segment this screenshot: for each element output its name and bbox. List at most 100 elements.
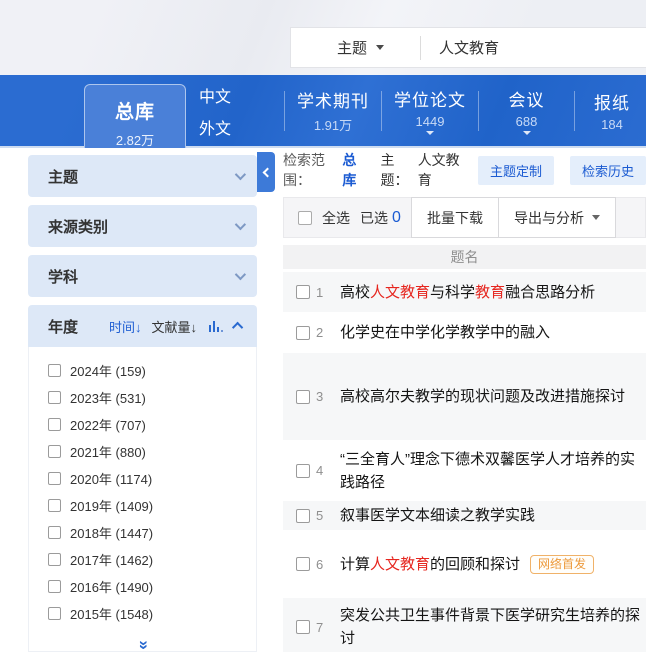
nav-item-label: 学位论文 [394,86,466,111]
search-history-button[interactable]: 检索历史 [570,156,646,185]
year-item[interactable]: 2022年 (707) [29,411,256,438]
year-checkbox[interactable] [48,472,61,485]
topic-customize-button[interactable]: 主题定制 [478,156,554,185]
sort-time-label: 时间 [109,320,135,335]
search-input[interactable] [439,39,619,56]
year-item[interactable]: 2015年 (1548) [29,600,256,627]
title-text: 化学史在中学化学教学中的融入 [340,324,550,341]
search-scope-row: 检索范围： 总库 主题： 人文教育 主题定制 检索历史 [283,155,646,185]
sidebar-collapse-button[interactable] [257,152,275,192]
nav-item[interactable]: 报纸184 [575,75,646,146]
row-checkbox[interactable] [296,620,310,634]
year-checkbox[interactable] [48,499,61,512]
filter-group-header[interactable]: 主题 [28,155,257,197]
sort-by-time-button[interactable]: 时间↓ [109,317,142,336]
nav-item-label: 报纸 [594,89,630,114]
table-row: 7 突发公共卫生事件背景下医学研究生培养的探讨 [283,598,646,652]
nav-item-label: 学术期刊 [297,87,369,112]
filter-groups: 主题来源类别学科 [28,155,257,297]
result-title-link[interactable]: 高校高尔夫教学的现状问题及改进措施探讨 [340,385,625,408]
table-row: 6计算人文教育的回顾和探讨网络首发 [283,533,646,595]
nav-item-count: 1449 [416,114,445,129]
lang-chinese[interactable]: 中文 [199,88,231,108]
first-publish-badge[interactable]: 网络首发 [530,555,594,574]
year-checkbox[interactable] [48,526,61,539]
year-item[interactable]: 2019年 (1409) [29,492,256,519]
filter-sidebar: 主题来源类别学科 年度 时间↓ 文献量↓ 2024年 (159) 2023年 (5… [28,155,257,652]
title-text: 与科学 [430,284,475,301]
select-all-label[interactable]: 全选 [322,208,350,228]
row-checkbox[interactable] [296,390,310,404]
batch-download-button[interactable]: 批量下载 [411,197,499,238]
chevron-down-icon [523,131,531,135]
scope-label: 检索范围： [283,150,338,190]
year-item[interactable]: 2018年 (1447) [29,519,256,546]
row-checkbox[interactable] [296,464,310,478]
title-text: 高校 [340,284,370,301]
year-label: 2016年 (1490) [70,577,153,596]
title-text: “三全育人”理念下德术双馨医学人才培养的实践路径 [340,451,635,491]
nav-item[interactable]: 学术期刊1.91万 [285,75,381,146]
search-field-selector[interactable]: 主题 [291,37,384,58]
keyword-highlight: 教育 [475,284,505,301]
nav-item[interactable]: 会议688 [479,75,574,146]
result-title-link[interactable]: 化学史在中学化学教学中的融入 [340,321,550,344]
year-item[interactable]: 2021年 (880) [29,438,256,465]
scope-database-link[interactable]: 总库 [342,150,364,190]
result-title-link[interactable]: 高校人文教育与科学教育融合思路分析 [340,281,595,304]
filter-group-header[interactable]: 来源类别 [28,205,257,247]
year-label: 2015年 (1548) [70,604,153,623]
show-more-years-button[interactable]: « [29,635,256,652]
row-checkbox[interactable] [296,326,310,340]
language-switch: 中文 外文 [199,88,231,152]
row-number: 3 [316,389,332,404]
results-table-header: 题名 [283,245,646,269]
year-checkbox[interactable] [48,607,61,620]
result-title-link[interactable]: 突发公共卫生事件背景下医学研究生培养的探讨 [340,604,646,650]
select-all-checkbox[interactable] [298,211,312,225]
year-checkbox[interactable] [48,445,61,458]
result-title-link[interactable]: “三全育人”理念下德术双馨医学人才培养的实践路径 [340,448,646,494]
row-checkbox[interactable] [296,285,310,299]
year-label: 2023年 (531) [70,388,146,407]
year-panel-header[interactable]: 年度 时间↓ 文献量↓ [28,305,257,347]
year-label: 2022年 (707) [70,415,146,434]
result-title-link[interactable]: 计算人文教育的回顾和探讨网络首发 [340,553,594,576]
year-item[interactable]: 2016年 (1490) [29,573,256,600]
filter-group-header[interactable]: 学科 [28,255,257,297]
year-checkbox[interactable] [48,580,61,593]
year-checkbox[interactable] [48,418,61,431]
row-number: 7 [316,620,332,635]
nav-item-count: 688 [516,114,538,129]
selected-count: 0 [392,209,401,227]
scope-topic-value: 人文教育 [418,150,462,190]
year-checkbox[interactable] [48,391,61,404]
tab-total-library[interactable]: 总库 2.82万 [84,84,186,148]
title-text: 融合思路分析 [505,284,595,301]
export-analyze-button[interactable]: 导出与分析 [499,197,616,238]
search-field-label: 主题 [337,37,367,58]
table-row: 2化学史在中学化学教学中的融入 [283,315,646,350]
results-toolbar: 全选 已选 0 清除 批量下载 导出与分析 [283,197,646,238]
result-title-link[interactable]: 叙事医学文本细读之教学实践 [340,504,535,527]
row-checkbox[interactable] [296,557,310,571]
database-nav-bar: 总库 2.82万 中文 外文 学术期刊1.91万学位论文 1449 会议688报纸1… [0,75,646,148]
table-row: 5叙事医学文本细读之教学实践 [283,501,646,530]
chevron-up-icon[interactable] [232,322,243,333]
bar-chart-icon[interactable] [209,321,223,332]
row-checkbox[interactable] [296,509,310,523]
year-sort-controls: 时间↓ 文献量↓ [109,317,243,336]
nav-item[interactable]: 学位论文 1449 [382,75,478,146]
year-item[interactable]: 2024年 (159) [29,357,256,384]
year-checkbox[interactable] [48,364,61,377]
sort-by-count-button[interactable]: 文献量↓ [151,317,197,336]
year-checkbox[interactable] [48,553,61,566]
year-item[interactable]: 2020年 (1174) [29,465,256,492]
year-item[interactable]: 2017年 (1462) [29,546,256,573]
title-text: 的回顾和探讨 [430,556,520,573]
lang-foreign[interactable]: 外文 [199,120,231,140]
year-label: 2017年 (1462) [70,550,153,569]
title-text: 叙事医学文本细读之教学实践 [340,507,535,524]
year-item[interactable]: 2023年 (531) [29,384,256,411]
sort-down-icon: ↓ [135,320,142,335]
